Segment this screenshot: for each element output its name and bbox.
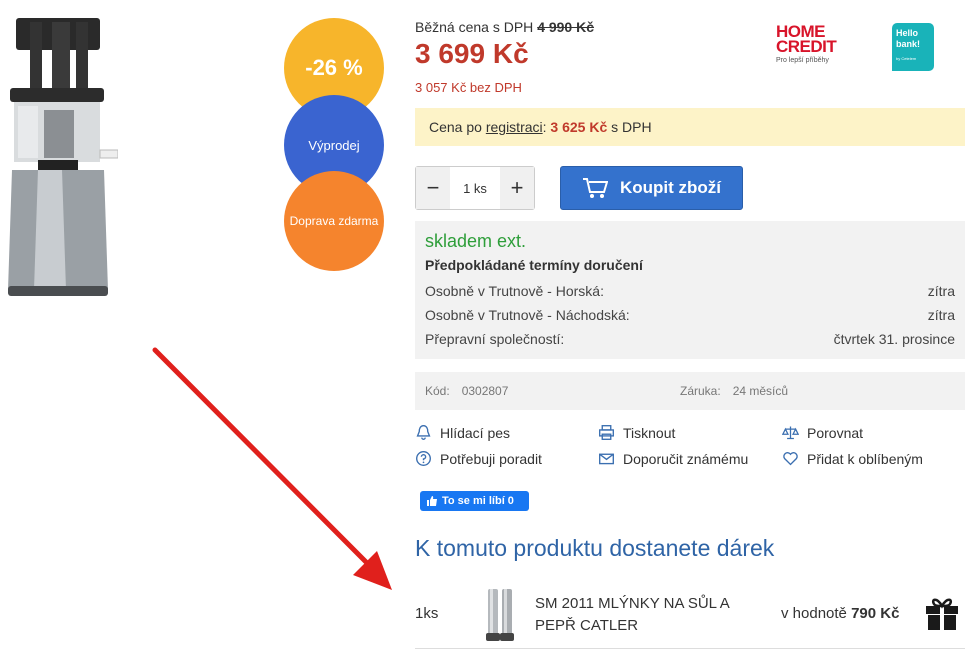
gift-value: v hodnotě 790 Kč	[781, 605, 899, 622]
gift-icon	[926, 598, 958, 630]
bell-icon	[416, 425, 431, 440]
gift-value-amount: 790 Kč	[851, 605, 900, 622]
delivery-value: zítra	[927, 307, 955, 323]
gift-quantity: 1ks	[415, 605, 439, 622]
warranty: Záruka: 24 měsíců	[680, 384, 788, 398]
watchdog-link[interactable]: Hlídací pes	[415, 424, 510, 441]
price-without-vat: 3 057 Kč bez DPH	[415, 80, 522, 95]
envelope-icon	[599, 453, 614, 465]
registration-link[interactable]: registraci	[486, 119, 543, 135]
quantity-input[interactable]	[450, 167, 500, 209]
code-value: 0302807	[461, 384, 509, 398]
delivery-row: Osobně v Trutnově - Náchodská: zítra	[425, 303, 955, 327]
printer-icon	[599, 425, 614, 440]
favorite-link[interactable]: Přidat k oblíbeným	[782, 450, 923, 467]
gift-item: 1ks SM 2011 MLÝNKY NA SŮL A PEPŘ CATLER …	[415, 583, 965, 649]
registration-price-box: Cena po registraci: 3 625 Kč s DPH	[415, 108, 965, 146]
recommend-link[interactable]: Doporučit známému	[598, 450, 748, 467]
product-image[interactable]	[8, 10, 118, 300]
buy-button[interactable]: Koupit zboží	[560, 166, 743, 210]
gift-product-name[interactable]: SM 2011 MLÝNKY NA SŮL A PEPŘ CATLER	[535, 593, 765, 637]
code-label: Kód:	[425, 384, 450, 398]
delivery-label: Přepravní společností:	[425, 331, 565, 347]
home-credit-logo[interactable]: HOME CREDIT Pro lepší příběhy	[776, 23, 848, 68]
regular-price-label: Běžná cena s DPH	[415, 19, 534, 35]
cart-icon	[582, 178, 608, 198]
delivery-value: čtvrtek 31. prosince	[833, 331, 955, 347]
regular-price-value: 4 990 Kč	[537, 19, 595, 35]
delivery-heading: Předpokládané termíny doručení	[425, 257, 643, 273]
heart-icon	[783, 452, 798, 466]
stock-status: skladem ext.	[425, 231, 527, 251]
question-icon	[416, 451, 431, 466]
registration-price: 3 625 Kč	[550, 119, 608, 135]
increase-quantity-button[interactable]: +	[500, 167, 534, 209]
availability-box: skladem ext. Předpokládané termíny doruč…	[415, 221, 965, 359]
quantity-stepper: − +	[415, 166, 535, 210]
delivery-label: Osobně v Trutnově - Horská:	[425, 283, 604, 299]
product-info-box: Kód: 0302807 Záruka: 24 měsíců	[415, 372, 965, 410]
decrease-quantity-button[interactable]: −	[416, 167, 450, 209]
warranty-value: 24 měsíců	[732, 384, 789, 398]
advice-link[interactable]: Potřebuji poradit	[415, 450, 542, 467]
print-link[interactable]: Tisknout	[598, 424, 675, 441]
warranty-label: Záruka:	[680, 384, 721, 398]
delivery-value: zítra	[927, 283, 955, 299]
gift-product-image[interactable]	[480, 587, 520, 643]
current-price: 3 699 Kč	[415, 38, 529, 69]
buy-button-label: Koupit zboží	[619, 178, 722, 197]
gift-value-label: v hodnotě	[781, 605, 847, 622]
delivery-row: Osobně v Trutnově - Horská: zítra	[425, 279, 955, 303]
delivery-label: Osobně v Trutnově - Náchodská:	[425, 307, 630, 323]
compare-link[interactable]: Porovnat	[782, 424, 863, 441]
scales-icon	[782, 426, 799, 440]
facebook-like-button[interactable]: To se mi líbí 0	[420, 491, 529, 511]
free-shipping-badge: Doprava zdarma	[284, 171, 384, 271]
delivery-row: Přepravní společností: čtvrtek 31. prosi…	[425, 327, 955, 351]
gift-section-title: K tomuto produktu dostanete dárek	[415, 535, 775, 561]
regular-price: Běžná cena s DPH 4 990 Kč	[415, 19, 594, 35]
thumbs-up-icon	[427, 496, 437, 506]
hello-bank-logo[interactable]: Hello bank! by Cetelem	[892, 23, 934, 71]
